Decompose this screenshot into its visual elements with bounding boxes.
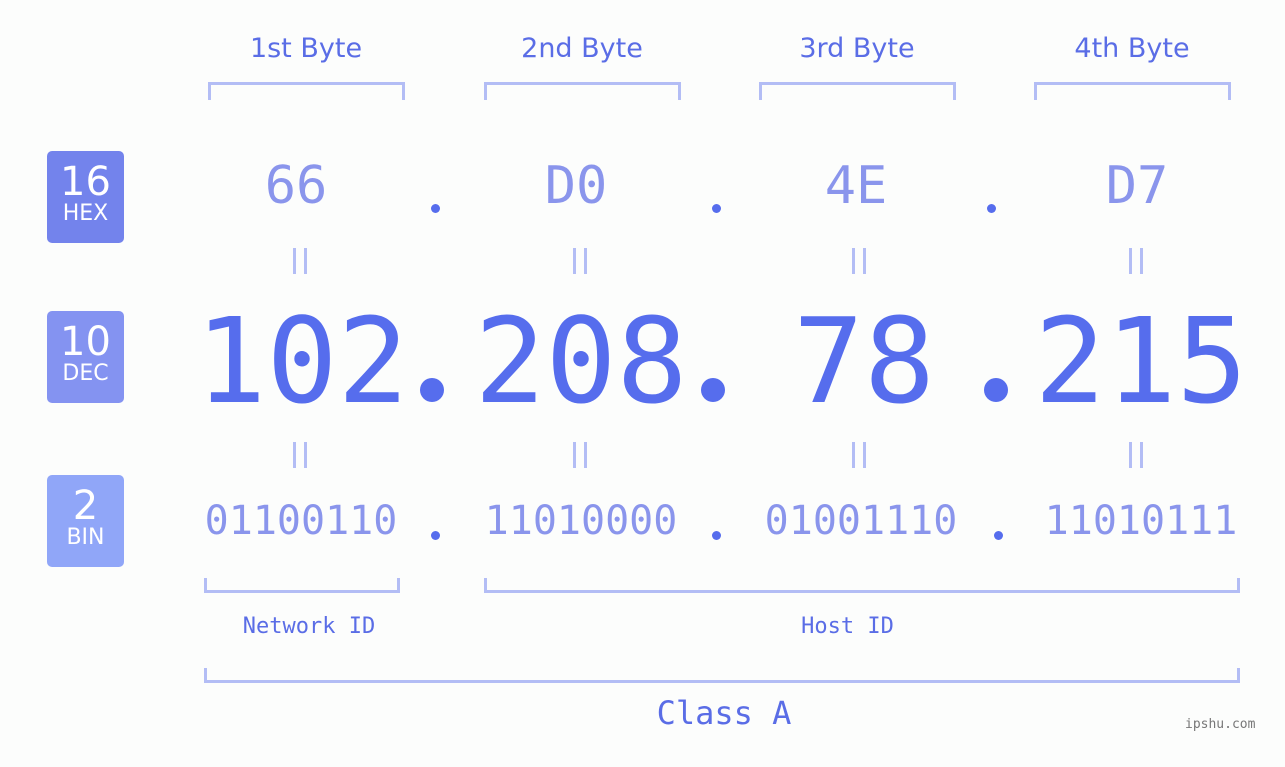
bin-base: 2	[72, 483, 99, 529]
network-id-label: Network ID	[242, 614, 376, 639]
byte-header-3: 3rd Byte	[799, 33, 915, 64]
bin-octet-3: 01001110	[764, 498, 958, 544]
dec-octet-4: 215	[1034, 292, 1248, 430]
bin-octet-1: 01100110	[204, 498, 398, 544]
hex-octet-1: 66	[264, 156, 328, 216]
hex-octet-3: 4E	[824, 156, 888, 216]
equals-icon	[573, 248, 587, 274]
dec-octet-2: 208	[474, 292, 688, 430]
dec-badge: 10 DEC	[47, 311, 124, 403]
bin-octet-4: 11010111	[1044, 498, 1238, 544]
dec-base: 10	[60, 319, 111, 365]
byte-bracket-4	[1034, 82, 1231, 100]
equals-icon	[573, 442, 587, 468]
hex-separator-1	[431, 204, 440, 213]
byte-header-2: 2nd Byte	[521, 33, 643, 64]
hex-badge: 16 HEX	[47, 151, 124, 243]
dec-label: DEC	[62, 361, 109, 386]
bin-separator-2	[712, 531, 721, 540]
equals-icon	[293, 442, 307, 468]
watermark: ipshu.com	[1185, 717, 1256, 732]
host-id-bracket	[484, 578, 1240, 593]
equals-icon	[852, 442, 866, 468]
hex-octet-4: D7	[1105, 156, 1169, 216]
equals-icon	[1129, 248, 1143, 274]
bin-label: BIN	[66, 525, 105, 550]
dec-octet-3: 78	[792, 292, 936, 430]
bin-separator-3	[994, 531, 1003, 540]
hex-octet-2: D0	[544, 156, 608, 216]
byte-header-4: 4th Byte	[1074, 33, 1190, 64]
hex-base: 16	[60, 159, 111, 205]
bin-badge: 2 BIN	[47, 475, 124, 567]
dec-separator-1	[420, 378, 444, 402]
class-bracket	[204, 668, 1240, 683]
bin-separator-1	[431, 531, 440, 540]
hex-separator-3	[987, 204, 996, 213]
dec-separator-2	[701, 378, 725, 402]
byte-bracket-1	[208, 82, 405, 100]
byte-header-1: 1st Byte	[249, 33, 363, 64]
bin-octet-2: 11010000	[484, 498, 678, 544]
byte-bracket-2	[484, 82, 681, 100]
equals-icon	[293, 248, 307, 274]
hex-separator-2	[712, 204, 721, 213]
dec-separator-3	[984, 378, 1008, 402]
equals-icon	[1129, 442, 1143, 468]
network-id-bracket	[204, 578, 400, 593]
dec-octet-1: 102	[195, 292, 409, 430]
equals-icon	[852, 248, 866, 274]
class-label: Class A	[656, 694, 792, 732]
hex-label: HEX	[62, 201, 109, 226]
byte-bracket-3	[759, 82, 956, 100]
host-id-label: Host ID	[801, 614, 894, 639]
